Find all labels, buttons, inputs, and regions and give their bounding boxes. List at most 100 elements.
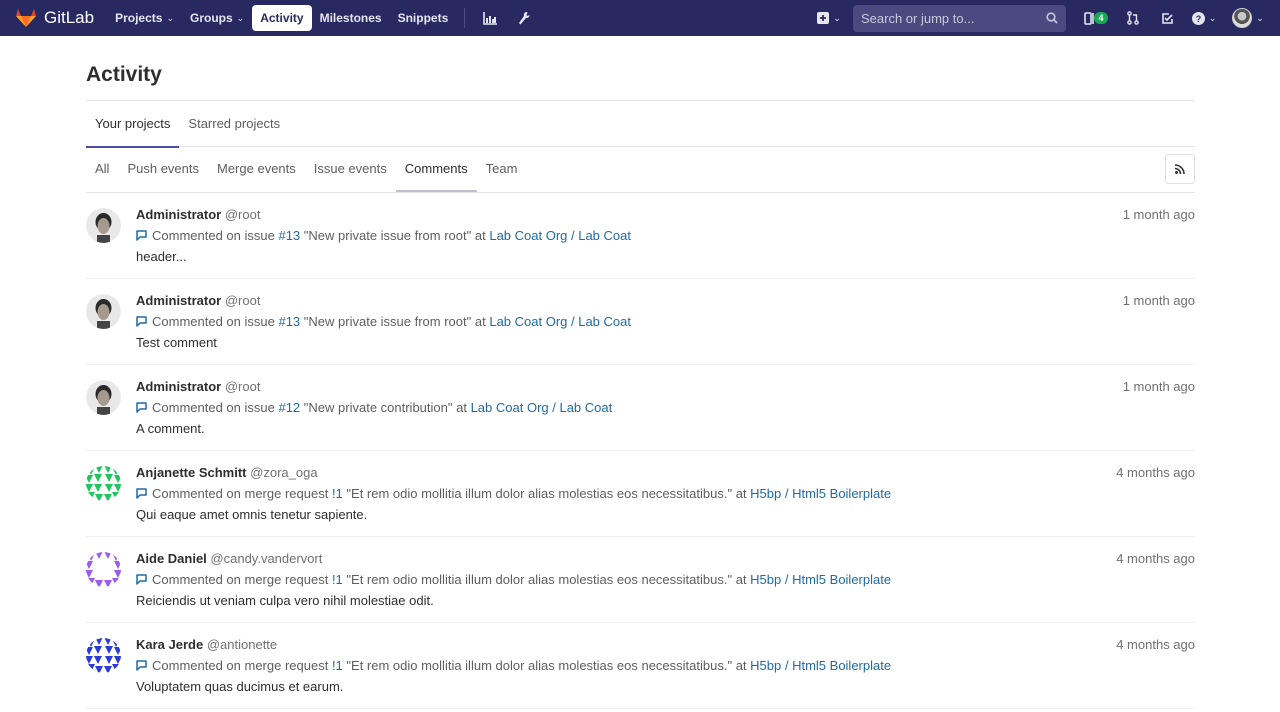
help-dropdown-button[interactable]: ? ⌄ [1184, 0, 1224, 36]
tab-starred-projects[interactable]: Starred projects [179, 101, 289, 146]
event-at: at [474, 314, 486, 329]
author-avatar[interactable] [86, 466, 121, 501]
search-box[interactable] [853, 4, 1066, 32]
nav-snippets-label: Snippets [397, 11, 449, 25]
event-action-line: Commented on merge request !1 "Et rem od… [136, 572, 891, 587]
avatar-image [86, 294, 121, 329]
event-project-link[interactable]: H5bp / Html5 Boilerplate [750, 658, 891, 673]
event-project-link[interactable]: Lab Coat Org / Lab Coat [489, 314, 631, 329]
comment-icon [136, 488, 147, 499]
event-project-link[interactable]: Lab Coat Org / Lab Coat [471, 400, 613, 415]
filter-team[interactable]: Team [477, 147, 527, 192]
chevron-down-icon: ⌄ [1208, 12, 1217, 23]
event-ref-link[interactable]: !1 [332, 658, 343, 673]
event-action: Commented on issue [152, 400, 275, 415]
event-action-line: Commented on issue #12 "New private cont… [136, 400, 612, 415]
nav-groups-label: Groups [190, 11, 233, 25]
avatar-image [86, 380, 121, 415]
right-nav: ⌄ 4 ? ⌄ ⌄ [811, 0, 1280, 36]
author-name[interactable]: Aide Daniel [136, 551, 207, 566]
author-name[interactable]: Kara Jerde [136, 637, 203, 652]
chevron-down-icon: ⌄ [236, 13, 245, 23]
chevron-down-icon: ⌄ [833, 12, 841, 23]
comment-icon [136, 574, 147, 585]
event-comment-body: header... [136, 249, 187, 264]
brand-name: GitLab [44, 8, 95, 27]
author-name[interactable]: Administrator [136, 207, 221, 222]
event-item: Administrator @root 1 month ago Commente… [86, 365, 1195, 451]
event-item: Anjanette Schmitt @zora_oga 4 months ago… [86, 451, 1195, 537]
event-ref-link[interactable]: #13 [278, 228, 300, 243]
event-time: 4 months ago [1116, 637, 1195, 652]
filter-merge-events[interactable]: Merge events [208, 147, 305, 192]
event-time: 4 months ago [1116, 551, 1195, 566]
main-nav: Projects ⌄ Groups ⌄ Activity Milestones Sn… [107, 0, 541, 36]
issues-button[interactable]: 4 [1076, 0, 1116, 36]
merge-request-icon [1127, 11, 1139, 25]
nav-snippets[interactable]: Snippets [390, 5, 457, 31]
event-title: Aide Daniel @candy.vandervort [136, 551, 322, 566]
wrench-icon [519, 12, 530, 25]
event-ref-link[interactable]: !1 [332, 572, 343, 587]
new-dropdown-button[interactable]: ⌄ [811, 0, 847, 36]
event-ref-link[interactable]: !1 [332, 486, 343, 501]
avatar-image [86, 638, 121, 673]
event-title: Administrator @root [136, 207, 260, 222]
top-navbar: GitLab Projects ⌄ Groups ⌄ Activity Milest… [0, 0, 1280, 36]
nav-milestones[interactable]: Milestones [312, 5, 390, 31]
user-menu-button[interactable]: ⌄ [1224, 0, 1272, 36]
event-action-line: Commented on issue #13 "New private issu… [136, 228, 631, 243]
author-name[interactable]: Anjanette Schmitt [136, 465, 247, 480]
rss-feed-button[interactable] [1165, 154, 1195, 184]
author-avatar[interactable] [86, 294, 121, 329]
nav-activity[interactable]: Activity [252, 5, 312, 31]
event-at: at [735, 658, 747, 673]
merge-requests-button[interactable] [1116, 0, 1150, 36]
event-target-title: "New private contribution" [303, 400, 453, 415]
author-avatar[interactable] [86, 638, 121, 673]
author-avatar[interactable] [86, 552, 121, 587]
event-title: Administrator @root [136, 293, 260, 308]
nav-activity-label: Activity [260, 11, 304, 25]
event-comment-body: Reiciendis ut veniam culpa vero nihil mo… [136, 593, 434, 608]
analytics-button[interactable] [473, 0, 507, 36]
event-project-link[interactable]: H5bp / Html5 Boilerplate [750, 486, 891, 501]
event-list: Administrator @root 1 month ago Commente… [86, 193, 1195, 709]
event-comment-body: Qui eaque amet omnis tenetur sapiente. [136, 507, 368, 522]
event-time: 1 month ago [1122, 207, 1195, 222]
event-project-link[interactable]: Lab Coat Org / Lab Coat [489, 228, 631, 243]
author-avatar[interactable] [86, 380, 121, 415]
event-item: Kara Jerde @antionette 4 months ago Comm… [86, 623, 1195, 709]
event-action-line: Commented on merge request !1 "Et rem od… [136, 486, 891, 501]
event-action: Commented on issue [152, 314, 275, 329]
author-name[interactable]: Administrator [136, 293, 221, 308]
question-circle-icon: ? [1191, 11, 1205, 25]
event-ref-link[interactable]: #12 [278, 400, 300, 415]
event-ref-link[interactable]: #13 [278, 314, 300, 329]
main-content: Activity Your projects Starred projects … [86, 36, 1195, 709]
filter-issue-events[interactable]: Issue events [305, 147, 396, 192]
avatar-image [86, 466, 121, 501]
todos-button[interactable] [1150, 0, 1184, 36]
author-name[interactable]: Administrator [136, 379, 221, 394]
filter-comments[interactable]: Comments [395, 147, 477, 192]
nav-projects[interactable]: Projects ⌄ [107, 5, 182, 31]
event-project-link[interactable]: H5bp / Html5 Boilerplate [750, 572, 891, 587]
todo-check-icon [1161, 12, 1173, 24]
comment-icon [136, 402, 147, 413]
author-avatar[interactable] [86, 208, 121, 243]
event-comment-body: Test comment [136, 335, 217, 350]
gitlab-logo-icon [16, 9, 36, 27]
plus-square-icon [817, 12, 830, 24]
event-at: at [735, 486, 747, 501]
nav-groups[interactable]: Groups ⌄ [182, 5, 252, 31]
filter-push-events[interactable]: Push events [118, 147, 208, 192]
admin-area-button[interactable] [507, 0, 541, 36]
user-avatar [1232, 8, 1253, 28]
filter-all[interactable]: All [86, 147, 118, 192]
rss-icon [1175, 164, 1185, 174]
tab-your-projects[interactable]: Your projects [86, 101, 180, 148]
search-input[interactable] [861, 10, 1046, 26]
gitlab-home-link[interactable]: GitLab [15, 0, 94, 36]
page-title: Activity [86, 63, 162, 86]
